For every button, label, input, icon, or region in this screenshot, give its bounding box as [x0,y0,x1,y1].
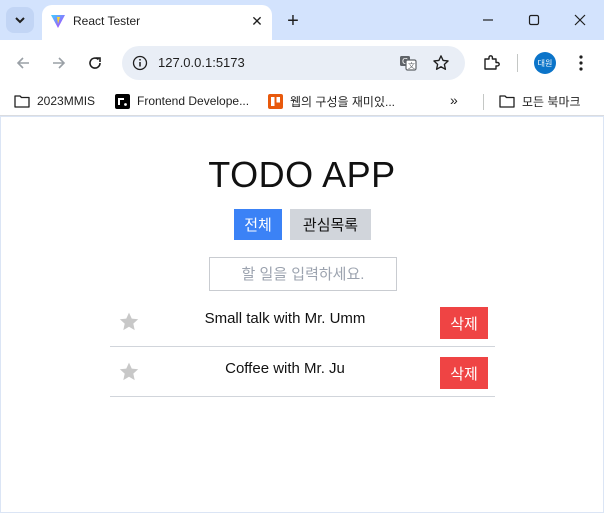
page-content: TODO APP 전체 관심목록 Small talk with Mr. Umm… [1,117,603,512]
back-button[interactable] [10,50,36,76]
todo-text: Small talk with Mr. Umm [204,310,366,327]
star-icon[interactable] [118,311,140,333]
bookmark-2023mmis[interactable]: 2023MMIS [14,92,95,110]
bookmarks-overflow-button[interactable]: » [450,92,458,108]
todo-item: Small talk with Mr. Umm 삭제 [110,297,495,347]
tab-title: React Tester [73,14,141,28]
forward-button[interactable] [46,50,72,76]
arrow-right-icon [53,57,66,69]
bookmark-web-structure[interactable]: 웹의 구성을 재미있... [267,92,395,110]
todo-input[interactable] [209,257,397,291]
arrow-left-icon [16,57,29,69]
bookmarks-bar: 2023MMIS Frontend Develope... 웹의 구성을 재미있… [0,86,604,116]
delete-button[interactable]: 삭제 [440,307,488,339]
app-title: TODO APP [208,154,396,195]
delete-button[interactable]: 삭제 [440,357,488,389]
maximize-button[interactable] [514,6,554,34]
todo-text: Coffee with Mr. Ju [225,360,345,377]
maximize-icon [528,14,540,26]
more-menu-icon[interactable] [569,51,593,75]
star-icon[interactable] [118,361,140,383]
minimize-button[interactable] [468,6,508,34]
browser-toolbar: 127.0.0.1:5173 G文 대원 [0,40,604,86]
window-close-button[interactable] [560,6,600,34]
filter-favorites-button[interactable]: 관심목록 [290,209,371,240]
minimize-icon [483,19,493,21]
bookmark-label: 모든 북마크 [522,94,581,109]
tab-search-button[interactable] [6,7,34,33]
new-tab-button[interactable]: + [282,10,304,32]
reload-button[interactable] [82,50,108,76]
reload-icon [89,57,101,69]
address-bar[interactable]: 127.0.0.1:5173 G文 [122,46,465,80]
tab-strip: React Tester ✕ + [0,0,604,40]
todo-list: Small talk with Mr. Umm 삭제 Coffee with M… [110,297,495,397]
extensions-icon[interactable] [479,51,503,75]
bookmarks-divider [483,94,484,110]
all-bookmarks-folder[interactable]: 모든 북마크 [499,92,581,110]
bookmark-label: Frontend Develope... [137,94,250,108]
tab-close-icon[interactable]: ✕ [248,12,266,30]
browser-tab[interactable]: React Tester ✕ [42,5,272,40]
todo-item: Coffee with Mr. Ju 삭제 [110,347,495,397]
bookmark-label: 2023MMIS [37,94,96,108]
svg-text:文: 文 [408,61,415,70]
roadmap-favicon-icon [114,93,130,109]
orange-favicon-icon [267,93,283,109]
filter-all-button[interactable]: 전체 [234,209,282,240]
translate-icon[interactable]: G文 [398,53,418,73]
profile-avatar[interactable]: 대원 [534,52,556,74]
folder-icon [499,93,515,109]
close-icon [574,14,586,26]
url-text[interactable]: 127.0.0.1:5173 [158,55,245,70]
bookmark-frontend-developer[interactable]: Frontend Develope... [114,92,249,110]
bookmark-star-icon[interactable] [431,53,451,73]
folder-icon [14,93,30,109]
bookmark-label: 웹의 구성을 재미있... [290,94,395,109]
chevron-down-icon [15,17,25,24]
toolbar-divider [517,54,518,72]
site-info-icon[interactable] [130,53,150,73]
vite-logo-icon [51,15,65,28]
